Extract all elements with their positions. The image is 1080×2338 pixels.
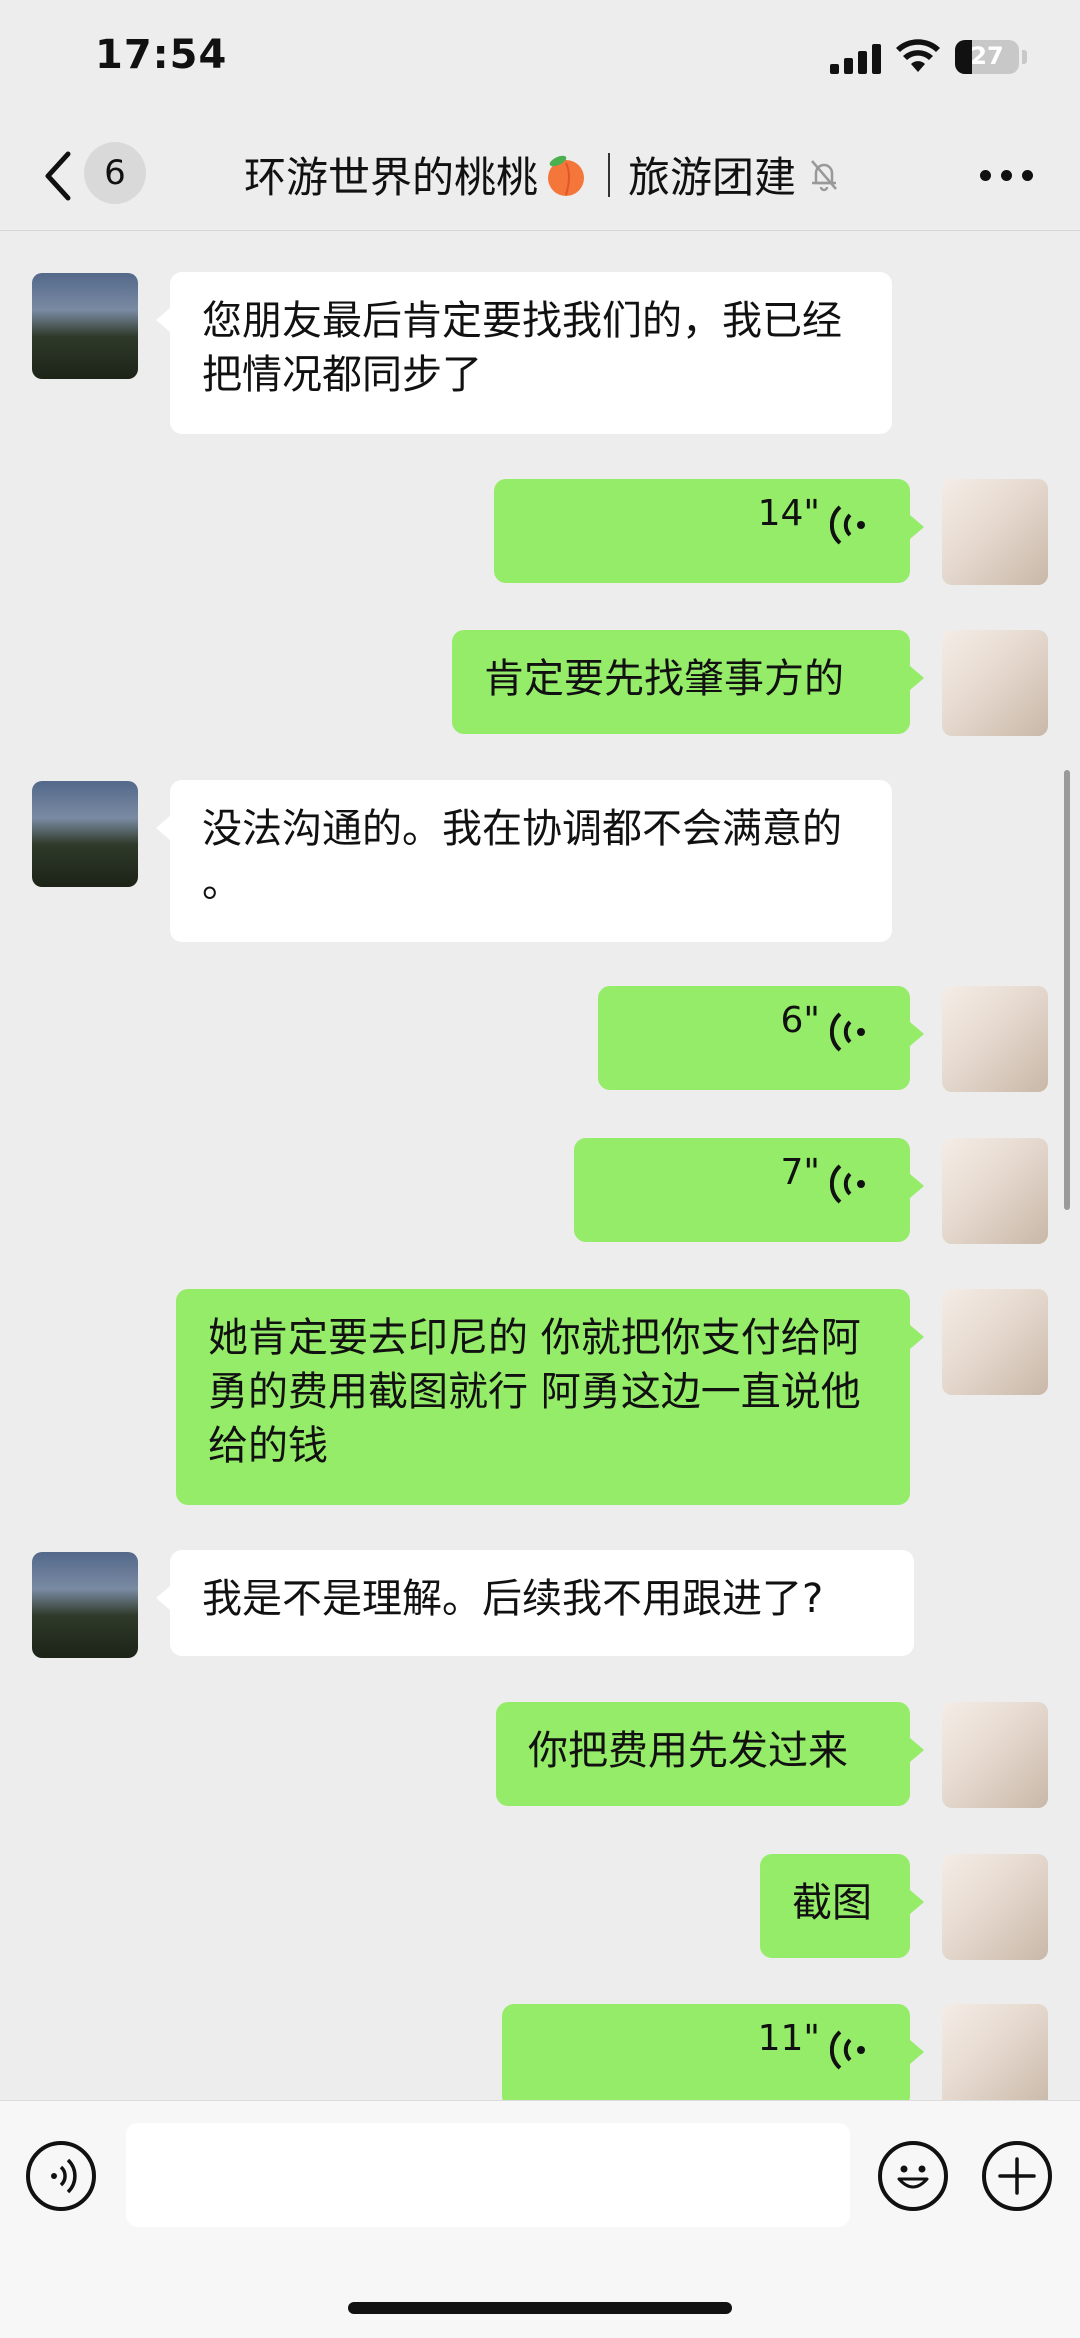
chat-title[interactable]: 环游世界的桃桃 旅游团建 xyxy=(244,144,842,205)
incoming-text-bubble[interactable]: 您朋友最后肯定要找我们的，我已经把情况都同步了 xyxy=(156,272,892,434)
my-avatar[interactable] xyxy=(942,630,1048,736)
voice-duration: 6" xyxy=(780,1000,820,1041)
chat-header: 6 环游世界的桃桃 旅游团建 xyxy=(0,120,1080,231)
title-divider xyxy=(608,152,611,197)
group-name: 旅游团建 xyxy=(628,153,797,202)
status-bar: 17:54 27 xyxy=(0,0,1080,120)
outgoing-voice-bubble[interactable]: 6" xyxy=(598,986,924,1090)
incoming-text-bubble[interactable]: 我是不是理解。后续我不用跟进了? xyxy=(156,1550,914,1656)
outgoing-voice-bubble[interactable]: 11" xyxy=(502,2004,924,2108)
mute-bell-icon xyxy=(811,159,837,191)
outgoing-voice-bubble[interactable]: 14" xyxy=(494,479,924,583)
voice-wave-icon xyxy=(830,2030,865,2070)
peach-emoji-icon xyxy=(548,155,585,196)
voice-wave-icon xyxy=(830,1012,865,1052)
plus-icon[interactable] xyxy=(982,2141,1052,2211)
status-time: 17:54 xyxy=(95,32,228,78)
my-avatar[interactable] xyxy=(942,479,1048,585)
voice-wave-icon xyxy=(830,1164,865,1204)
outgoing-text-bubble[interactable]: 截图 xyxy=(760,1854,924,1958)
outgoing-text-bubble[interactable]: 你把费用先发过来 xyxy=(496,1702,924,1806)
battery-level: 27 xyxy=(970,42,1004,70)
voice-duration: 14" xyxy=(757,493,820,534)
back-chevron-icon[interactable] xyxy=(38,146,78,206)
wifi-icon xyxy=(896,39,940,72)
unread-count-badge[interactable]: 6 xyxy=(84,142,146,204)
outgoing-voice-bubble[interactable]: 7" xyxy=(574,1138,924,1242)
my-avatar[interactable] xyxy=(942,986,1048,1092)
my-avatar[interactable] xyxy=(942,1702,1048,1808)
battery-tip xyxy=(1022,50,1027,64)
voice-input-icon[interactable] xyxy=(26,2141,96,2211)
my-avatar[interactable] xyxy=(942,1138,1048,1244)
outgoing-text-bubble[interactable]: 肯定要先找肇事方的 xyxy=(452,630,924,734)
message-input[interactable] xyxy=(126,2123,850,2227)
my-avatar[interactable] xyxy=(942,1854,1048,1960)
voice-wave-icon xyxy=(830,505,865,545)
chat-name: 环游世界的桃桃 xyxy=(244,153,539,202)
my-avatar[interactable] xyxy=(942,1289,1048,1395)
emoji-icon[interactable] xyxy=(878,2141,948,2211)
outgoing-text-bubble[interactable]: 她肯定要去印尼的 你就把你支付给阿勇的费用截图就行 阿勇这边一直说他给的钱 xyxy=(176,1289,924,1505)
voice-duration: 7" xyxy=(780,1152,820,1193)
more-dots-icon[interactable] xyxy=(980,170,1034,182)
contact-avatar[interactable] xyxy=(32,1552,138,1658)
contact-avatar[interactable] xyxy=(32,273,138,379)
battery-icon: 27 xyxy=(955,40,1019,74)
cellular-signal-icon xyxy=(830,44,882,74)
incoming-text-bubble[interactable]: 没法沟通的。我在协调都不会满意的 。 xyxy=(156,780,892,942)
contact-avatar[interactable] xyxy=(32,781,138,887)
home-indicator[interactable] xyxy=(348,2302,732,2314)
my-avatar[interactable] xyxy=(942,2004,1048,2110)
voice-duration: 11" xyxy=(757,2018,820,2059)
scrollbar[interactable] xyxy=(1064,770,1070,1210)
